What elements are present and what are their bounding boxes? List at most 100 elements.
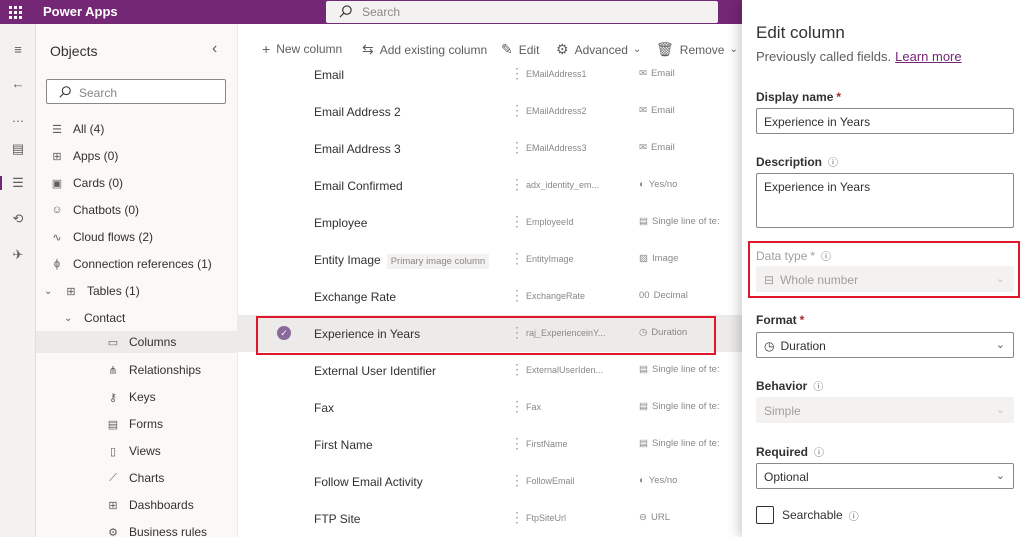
table-row[interactable]: External User Identifier ⋮ ExternalUserI…	[238, 352, 742, 389]
hamburger-icon[interactable]: ≡	[9, 40, 27, 58]
required-select[interactable]: Optional ⌄	[756, 463, 1014, 489]
tree-item-connection-references[interactable]: ϕ Connection references (1)	[50, 253, 212, 275]
column-name: First Name	[314, 438, 373, 452]
tree-item-columns[interactable]: ▭ Columns	[36, 331, 237, 353]
schema-name: FollowEmail	[526, 476, 575, 486]
business-rule-icon: ⚙	[108, 526, 118, 537]
tree-item-relationships[interactable]: ⋔ Relationships	[106, 359, 201, 381]
tree-item-business-rules[interactable]: ⚙ Business rules	[106, 521, 207, 537]
more-options-icon[interactable]: ⋮	[510, 139, 524, 156]
learn-more-link[interactable]: Learn more	[895, 49, 961, 64]
more-options-icon[interactable]: ⋮	[510, 509, 524, 526]
key-icon: ⚷	[108, 391, 118, 404]
more-options-icon[interactable]: ⋮	[510, 250, 524, 267]
text-icon: ▤	[639, 401, 648, 412]
chevron-down-icon: ⌄	[995, 404, 1005, 416]
objects-search-input[interactable]: Search	[46, 79, 226, 104]
overview-icon[interactable]: ▤	[9, 140, 27, 158]
table-row[interactable]: Email Address 3 ⋮ EMailAddress3 ✉ Email	[238, 130, 742, 167]
objects-title: Objects	[50, 43, 98, 59]
chevron-down-icon[interactable]: ⌄	[64, 313, 74, 324]
table-row[interactable]: Fax ⋮ Fax ▤ Single line of te:	[238, 389, 742, 426]
app-title[interactable]: Power Apps	[43, 4, 118, 19]
new-column-button[interactable]: + New column	[262, 41, 342, 57]
table-row[interactable]: First Name ⋮ FirstName ▤ Single line of t…	[238, 426, 742, 463]
edit-column-panel: Edit column Previously called fields. Lea…	[742, 0, 1022, 537]
data-type-label-text: Data type	[756, 249, 808, 263]
tree-item-dashboards[interactable]: ⊞ Dashboards	[106, 494, 193, 516]
checkmark-icon[interactable]: ✓	[277, 326, 291, 340]
info-icon[interactable]: ⓘ	[821, 252, 831, 263]
more-options-icon[interactable]: ⋮	[510, 102, 524, 119]
info-icon[interactable]: ⓘ	[814, 448, 824, 459]
format-label-text: Format	[756, 313, 797, 327]
chevron-down-icon[interactable]: ⌄	[44, 286, 54, 297]
history-icon[interactable]: ⟲	[9, 210, 27, 228]
collapse-chevron-icon[interactable]: ‹	[212, 40, 217, 58]
tree-item-views[interactable]: ▯ Views	[106, 440, 161, 462]
info-icon[interactable]: ⓘ	[849, 508, 859, 523]
text-icon: ▤	[639, 216, 648, 227]
app-launcher-icon[interactable]	[0, 0, 30, 24]
searchable-label: Searchable	[782, 508, 843, 522]
table-row[interactable]: Email ⋮ EMailAddress1 ✉ Email	[238, 56, 742, 93]
panel-title: Edit column	[756, 23, 845, 42]
column-name: Follow Email Activity	[314, 475, 423, 489]
table-row[interactable]: Email Address 2 ⋮ EMailAddress2 ✉ Email	[238, 93, 742, 130]
tree-item-cards[interactable]: ▣ Cards (0)	[50, 172, 123, 194]
objects-icon[interactable]: ☰	[0, 174, 27, 192]
description-field[interactable]: Experience in Years	[756, 173, 1014, 228]
card-icon: ▣	[51, 177, 63, 190]
behavior-select[interactable]: Simple ⌄	[756, 397, 1014, 423]
deploy-rocket-icon[interactable]: ✈	[9, 246, 27, 264]
data-type: 00 Decimal	[639, 290, 739, 301]
tree-item-tables[interactable]: ⌄ ⊞ Tables (1)	[44, 280, 140, 302]
left-rail: ≡ ← … ▤ ☰ ⟲ ✈	[0, 24, 36, 537]
searchable-checkbox[interactable]	[756, 506, 774, 524]
more-options-icon[interactable]: ⋮	[510, 398, 524, 415]
tree-item-all[interactable]: ☰ All (4)	[50, 118, 104, 140]
data-type-label: Yes/no	[648, 179, 678, 190]
more-icon[interactable]: …	[9, 108, 27, 126]
more-options-icon[interactable]: ⋮	[510, 287, 524, 304]
table-row[interactable]: Exchange Rate ⋮ ExchangeRate 00 Decimal	[238, 278, 742, 315]
table-row-selected[interactable]: ✓ Experience in Years ⋮ raj_Experiencein…	[238, 315, 742, 352]
back-arrow-icon[interactable]: ←	[9, 74, 27, 92]
table-row[interactable]: Follow Email Activity ⋮ FollowEmail ◐ Yes…	[238, 463, 742, 500]
more-options-icon[interactable]: ⋮	[510, 435, 524, 452]
table-row[interactable]: Entity Image Primary image column ⋮ Entit…	[238, 241, 742, 278]
display-name-label-text: Display name	[756, 90, 834, 104]
format-select[interactable]: ◷ Duration ⌄	[756, 332, 1014, 358]
table-row[interactable]: Email Confirmed ⋮ adx_identity_em... ◐ Ye…	[238, 167, 742, 204]
tree-item-apps[interactable]: ⊞ Apps (0)	[50, 145, 118, 167]
more-options-icon[interactable]: ⋮	[510, 176, 524, 193]
data-type-label: Email	[650, 105, 675, 116]
searchable-checkbox-row[interactable]: Searchable ⓘ	[756, 506, 859, 524]
tree-item-contact[interactable]: ⌄ Contact	[64, 307, 125, 329]
chevron-down-icon: ⌄	[995, 339, 1005, 351]
more-options-icon[interactable]: ⋮	[510, 472, 524, 489]
more-options-icon[interactable]: ⋮	[510, 65, 524, 82]
tree-item-keys[interactable]: ⚷ Keys	[106, 386, 156, 408]
global-search-input[interactable]: Search	[326, 1, 718, 23]
more-options-icon[interactable]: ⋮	[510, 324, 524, 341]
link-icon: ⊖	[639, 512, 647, 523]
info-icon[interactable]: ⓘ	[813, 382, 823, 393]
tree-item-forms[interactable]: ▤ Forms	[106, 413, 163, 435]
more-options-icon[interactable]: ⋮	[510, 213, 524, 230]
data-type-select[interactable]: ⊟ Whole number ⌄	[756, 266, 1014, 292]
tree-item-chatbots[interactable]: ☺ Chatbots (0)	[50, 199, 139, 221]
column-name: Fax	[314, 401, 335, 415]
display-name-field[interactable]: Experience in Years	[756, 108, 1014, 134]
tree-item-charts[interactable]: ⟋ Charts	[106, 467, 164, 489]
schema-name: EMailAddress2	[526, 106, 587, 116]
info-icon[interactable]: ⓘ	[828, 158, 838, 169]
data-type: ▤ Single line of te:	[639, 364, 739, 375]
data-type-label: Duration	[651, 327, 688, 338]
table-row[interactable]: FTP Site ⋮ FtpSiteUrl ⊖ URL	[238, 500, 742, 537]
tree-item-cloud-flows[interactable]: ∿ Cloud flows (2)	[50, 226, 153, 248]
data-type-value: Whole number	[780, 273, 859, 287]
table-row[interactable]: Employee ⋮ EmployeeId ▤ Single line of te…	[238, 204, 742, 241]
more-options-icon[interactable]: ⋮	[510, 361, 524, 378]
required-label-text: Required	[756, 445, 809, 459]
